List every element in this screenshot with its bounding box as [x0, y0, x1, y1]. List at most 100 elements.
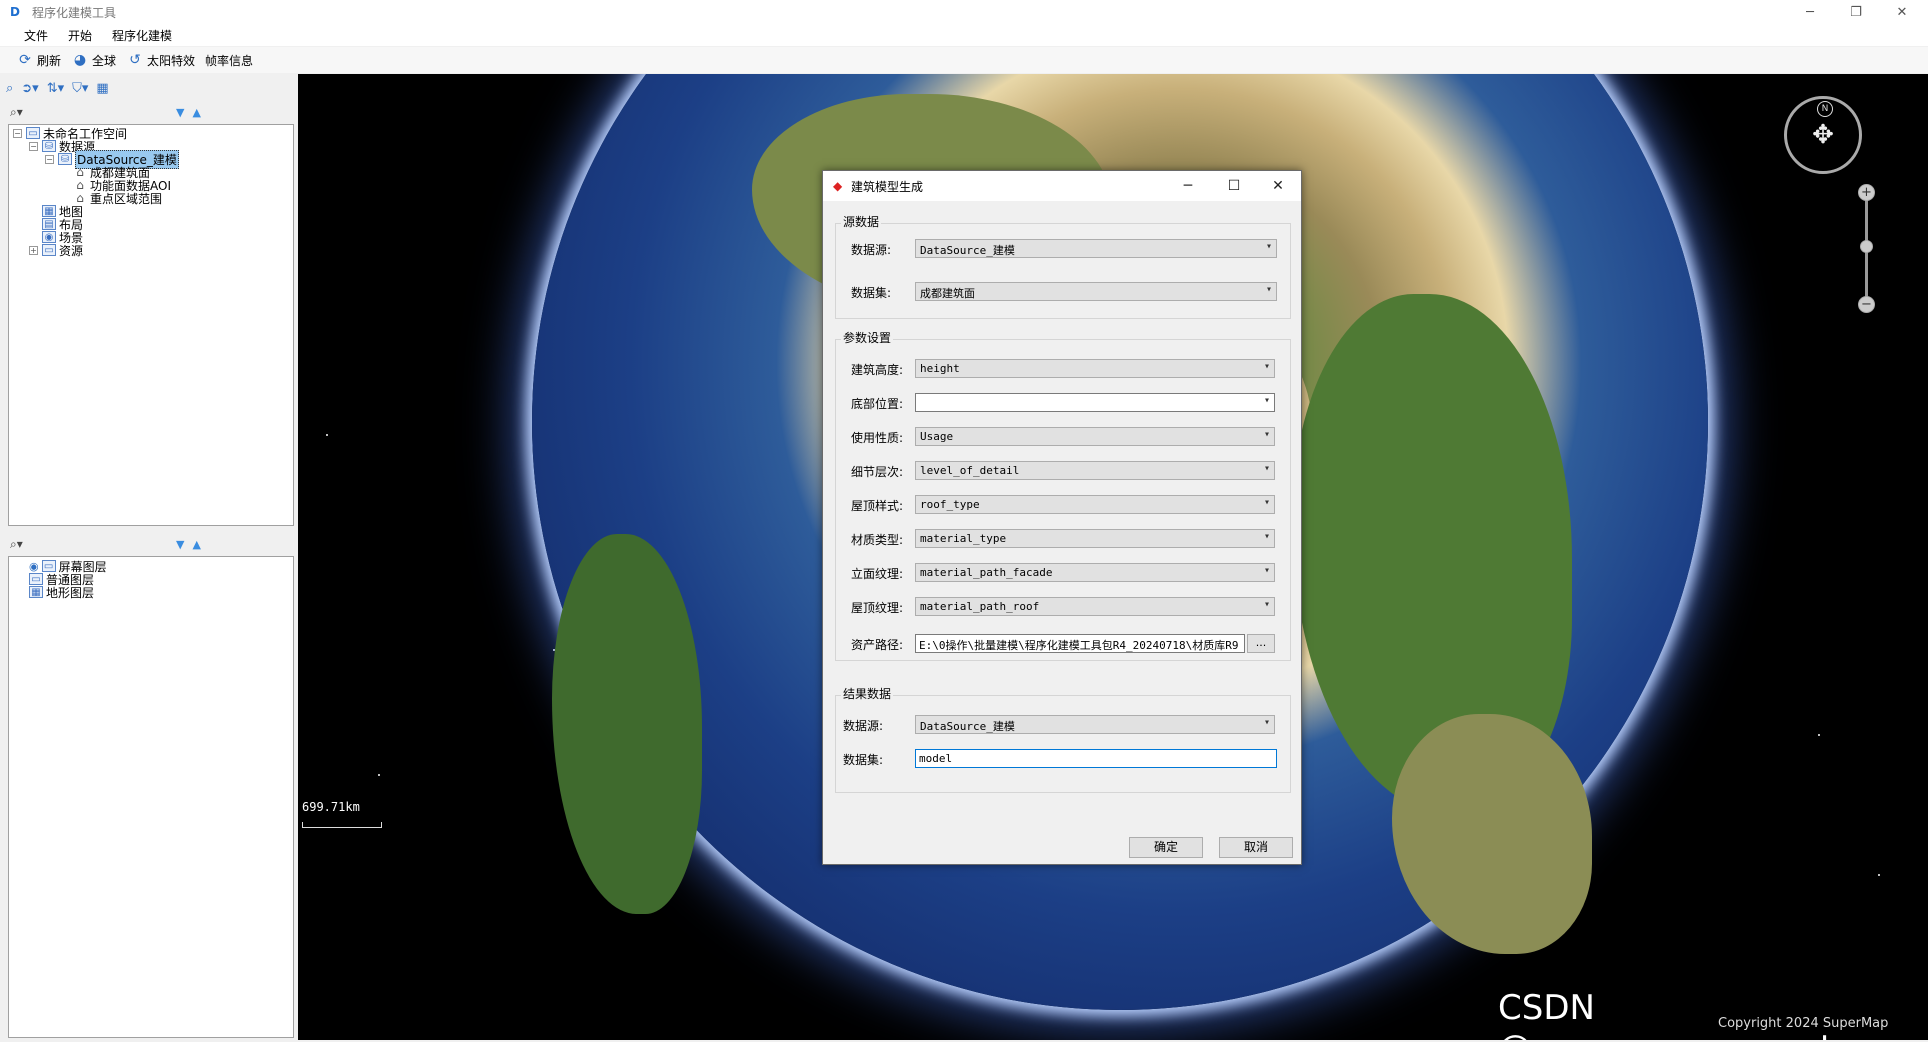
star	[326, 434, 328, 436]
asset-path-label: 资产路径:	[851, 638, 904, 652]
combo-value: 成都建筑面	[920, 287, 975, 300]
grid-icon[interactable]: ▦	[96, 81, 108, 96]
source-datasource-combo[interactable]: DataSource_建模 ▾	[915, 239, 1277, 258]
dialog-maximize-button[interactable]: ☐	[1211, 171, 1257, 201]
zoom-in-icon[interactable]: +	[1858, 184, 1875, 201]
globe-icon: ◕	[73, 52, 87, 68]
chevron-down-icon: ▾	[1263, 497, 1270, 508]
roof-texture-combo[interactable]: material_path_roof ▾	[915, 597, 1275, 616]
fps-info-button[interactable]: 帧率信息	[205, 52, 253, 69]
menu-file[interactable]: 文件	[14, 27, 58, 44]
fps-info-label: 帧率信息	[205, 53, 254, 68]
ok-button[interactable]: 确定	[1129, 837, 1203, 858]
app-title: 程序化建模工具	[32, 5, 117, 20]
chevron-down-icon: ▾	[1263, 463, 1270, 474]
global-button[interactable]: ◕ 全球	[71, 51, 116, 69]
lod-label: 细节层次:	[851, 465, 904, 479]
building-model-dialog: ◆ 建筑模型生成 ─ ☐ ✕ 源数据 数据源: DataSource_建模 ▾ …	[822, 170, 1302, 865]
menu-procedural-modeling[interactable]: 程序化建模	[102, 27, 182, 44]
asset-path-input[interactable]: E:\0操作\批量建模\程序化建模工具包R4_20240718\材质库R9	[915, 634, 1245, 653]
base-position-label: 底部位置:	[851, 397, 904, 411]
minimize-button[interactable]: ─	[1790, 0, 1830, 24]
layer-search-bar: ⌕▾ ▼▲	[8, 534, 294, 554]
roof-texture-label: 屋顶纹理:	[851, 601, 904, 615]
collapse-icon[interactable]: −	[29, 141, 38, 151]
result-data-group-label: 结果数据	[841, 685, 894, 702]
search-icon[interactable]: ⌕	[6, 81, 13, 96]
star	[1818, 734, 1820, 736]
cancel-button[interactable]: 取消	[1219, 837, 1293, 858]
height-combo[interactable]: height ▾	[915, 359, 1275, 378]
chevron-down-icon: ▾	[1263, 565, 1270, 576]
base-position-combo[interactable]: ▾	[915, 393, 1275, 412]
chevron-down-icon: ▾	[1263, 531, 1270, 542]
workspace-search-bar: ⌕▾ ▼▲	[8, 102, 294, 122]
combo-value: material_path_roof	[920, 600, 1040, 613]
combo-value: roof_type	[920, 498, 980, 511]
search-dropdown-icon[interactable]: ⌕▾	[10, 105, 23, 120]
browse-button[interactable]: ...	[1247, 634, 1275, 653]
star	[1878, 874, 1880, 876]
roof-style-label: 屋顶样式:	[851, 499, 904, 513]
navigate-icon[interactable]: ➲▾	[21, 81, 38, 96]
pan-arrows-icon[interactable]: ✥	[1812, 120, 1834, 150]
expand-icon[interactable]: +	[29, 245, 38, 255]
zoom-thumb[interactable]	[1860, 240, 1873, 253]
sort-icon[interactable]: ⇅▾	[47, 81, 64, 96]
close-button[interactable]: ✕	[1882, 0, 1922, 24]
menu-start[interactable]: 开始	[58, 27, 102, 44]
menu-bar: 文件 开始 程序化建模	[0, 24, 1928, 46]
source-dataset-label: 数据集:	[851, 286, 892, 300]
sun-effect-label: 太阳特效	[147, 53, 196, 68]
source-dataset-combo[interactable]: 成都建筑面 ▾	[915, 282, 1277, 301]
tree-node-terrain-layer[interactable]: ▦ 地形图层	[29, 584, 94, 600]
copyright-text: Copyright 2024 SuperMap	[1718, 1016, 1889, 1031]
search-dropdown-icon[interactable]: ⌕▾	[10, 537, 23, 552]
scale-text: 699.71km	[302, 800, 360, 814]
collapse-icon[interactable]: −	[13, 128, 22, 138]
compass-navigation[interactable]: N ✥	[1784, 96, 1862, 174]
dialog-close-button[interactable]: ✕	[1255, 171, 1301, 201]
roof-style-combo[interactable]: roof_type ▾	[915, 495, 1275, 514]
usage-combo[interactable]: Usage ▾	[915, 427, 1275, 446]
parameter-group-label: 参数设置	[841, 329, 894, 346]
material-type-label: 材质类型:	[851, 533, 904, 547]
tree-node-dataset[interactable]: ⌂ 重点区域范围	[73, 190, 162, 206]
zoom-out-icon[interactable]: −	[1858, 296, 1875, 313]
tree-node-resources[interactable]: + ▭ 资源	[29, 242, 83, 258]
resources-icon: ▭	[42, 244, 56, 256]
result-dataset-input[interactable]: model	[915, 749, 1277, 768]
app-titlebar: D 程序化建模工具 ─ ❐ ✕	[0, 0, 1928, 24]
combo-value: material_path_facade	[920, 566, 1053, 579]
result-datasource-combo[interactable]: DataSource_建模 ▾	[915, 715, 1275, 734]
south-africa-landmass	[1392, 714, 1592, 954]
lod-combo[interactable]: level_of_detail ▾	[915, 461, 1275, 480]
move-arrows-icon[interactable]: ▼▲	[176, 538, 209, 551]
usage-label: 使用性质:	[851, 431, 904, 445]
result-dataset-label: 数据集:	[843, 753, 884, 767]
sun-effect-button[interactable]: ↺ 太阳特效	[126, 51, 195, 69]
source-data-group-label: 源数据	[841, 213, 882, 230]
zoom-slider[interactable]: + −	[1858, 184, 1875, 313]
tree-label: 资源	[59, 243, 84, 258]
datasource-icon: ⛁	[58, 153, 72, 165]
filter-icon[interactable]: ⛉▾	[72, 81, 88, 96]
combo-value: level_of_detail	[920, 464, 1020, 477]
move-arrows-icon[interactable]: ▼▲	[176, 106, 209, 119]
workspace-tree: − ▭ 未命名工作空间 − ⛁ 数据源 − ⛁ DataSource_建模 ⌂ …	[8, 124, 294, 526]
facade-texture-combo[interactable]: material_path_facade ▾	[915, 563, 1275, 582]
combo-value: DataSource_建模	[920, 720, 1015, 733]
watermark: CSDN @supermapsupport	[1498, 988, 1833, 1040]
terrain-icon: ▦	[29, 586, 43, 598]
restore-button[interactable]: ❐	[1836, 0, 1876, 24]
material-type-combo[interactable]: material_type ▾	[915, 529, 1275, 548]
chevron-down-icon: ▾	[1263, 395, 1270, 406]
dialog-minimize-button[interactable]: ─	[1165, 171, 1211, 201]
source-data-group	[835, 223, 1291, 319]
collapse-icon[interactable]: −	[45, 154, 54, 164]
source-datasource-label: 数据源:	[851, 243, 892, 257]
height-label: 建筑高度:	[851, 363, 904, 377]
refresh-button[interactable]: ⟳ 刷新	[16, 51, 61, 69]
north-indicator: N	[1817, 101, 1833, 117]
workspace-tools: ⌕ ➲▾ ⇅▾ ⛉▾ ▦	[6, 78, 109, 98]
